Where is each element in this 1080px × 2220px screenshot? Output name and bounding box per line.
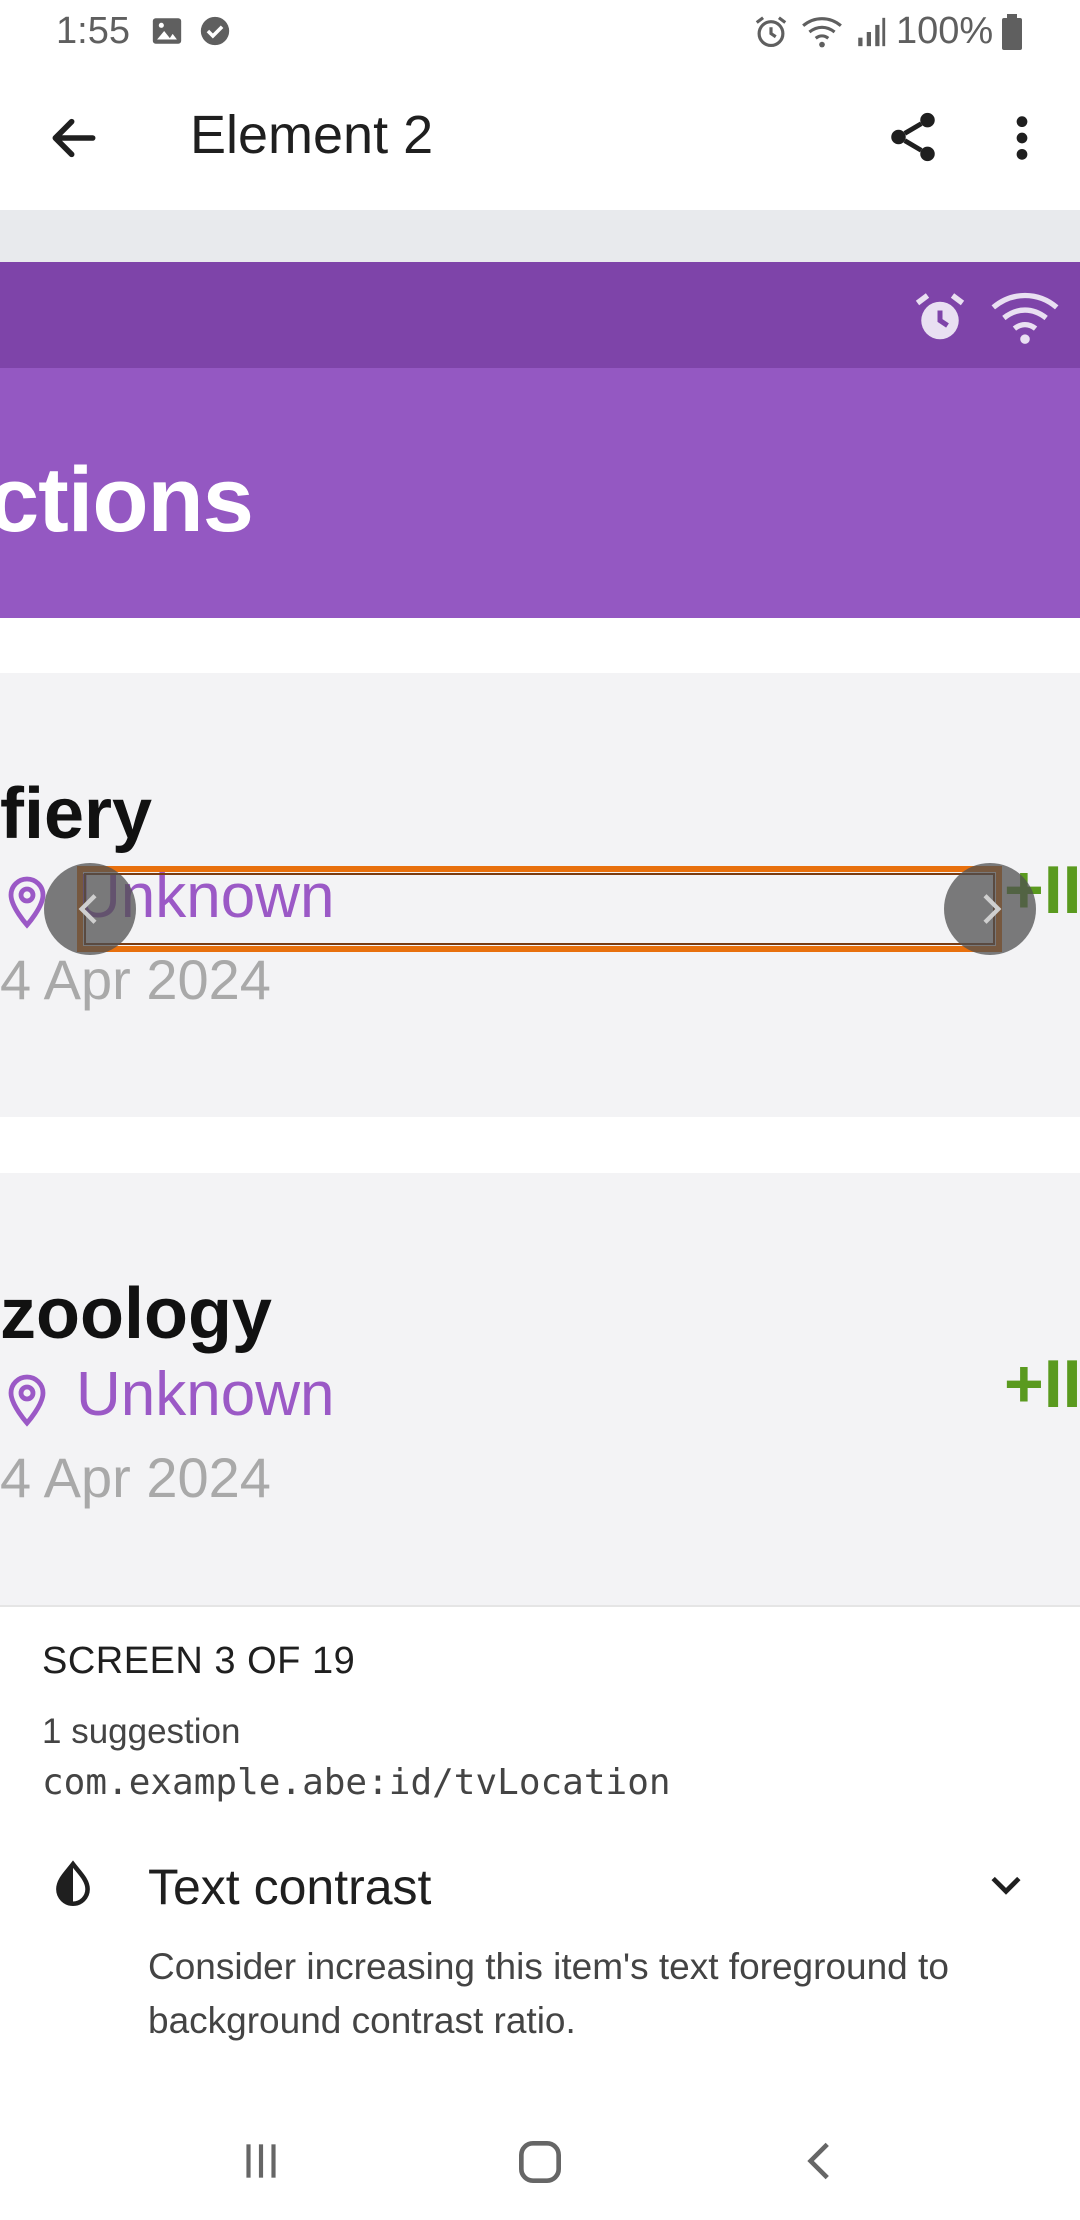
screen-counter: SCREEN 3 OF 19 bbox=[42, 1640, 356, 1682]
preview-status-bar bbox=[0, 262, 1080, 368]
element-resource-id: com.example.abe:id/tvLocation bbox=[42, 1762, 671, 1803]
status-time: 1:55 bbox=[56, 10, 130, 52]
list-item: zoology Unknown 4 Apr 2024 +II bbox=[0, 1173, 1080, 1605]
chevron-down-icon[interactable] bbox=[984, 1862, 1028, 1906]
page-title: Element 2 bbox=[190, 105, 434, 165]
back-nav-icon[interactable] bbox=[796, 2136, 846, 2186]
preview-wifi-icon bbox=[991, 293, 1059, 344]
item-date: 4 Apr 2024 bbox=[0, 1446, 271, 1509]
item-title: fiery bbox=[0, 774, 153, 854]
screenshot-preview: ctions fiery Unknown 4 Apr 2024 +II zool… bbox=[0, 210, 1080, 1605]
item-title: zoology bbox=[0, 1274, 272, 1354]
battery-icon bbox=[1002, 14, 1022, 50]
previous-element-button[interactable] bbox=[44, 863, 136, 955]
more-options-icon[interactable] bbox=[1000, 110, 1044, 166]
back-arrow-icon[interactable] bbox=[46, 110, 102, 166]
home-icon[interactable] bbox=[512, 2134, 568, 2190]
item-location: Unknown bbox=[76, 1360, 335, 1429]
chevron-left-icon bbox=[78, 894, 97, 924]
location-pin-icon bbox=[8, 1374, 46, 1427]
contrast-icon bbox=[56, 1860, 90, 1906]
share-icon[interactable] bbox=[884, 108, 942, 166]
gallery-icon bbox=[152, 18, 182, 44]
wifi-icon bbox=[802, 17, 842, 48]
element-highlight-inner bbox=[84, 873, 995, 945]
suggestion-count: 1 suggestion bbox=[42, 1712, 241, 1751]
check-circle-icon bbox=[200, 16, 230, 46]
chevron-right-icon bbox=[983, 894, 1002, 924]
status-icons-left bbox=[150, 14, 232, 50]
suggestion-title: Text contrast bbox=[148, 1859, 432, 1915]
item-plus-action: +II bbox=[1004, 1346, 1080, 1422]
preview-alarm-icon bbox=[915, 293, 965, 340]
item-date: 4 Apr 2024 bbox=[0, 948, 271, 1011]
status-icons-right bbox=[752, 12, 888, 52]
suggestion-description: Consider increasing this item's text for… bbox=[148, 1946, 949, 2041]
alarm-icon bbox=[755, 16, 787, 48]
preview-top-strip bbox=[0, 210, 1080, 262]
signal-icon bbox=[858, 17, 886, 47]
preview-header-title: ctions bbox=[0, 449, 254, 551]
recent-apps-icon[interactable] bbox=[236, 2136, 286, 2186]
next-element-button[interactable] bbox=[944, 863, 1036, 955]
battery-percentage: 100% bbox=[896, 10, 994, 52]
